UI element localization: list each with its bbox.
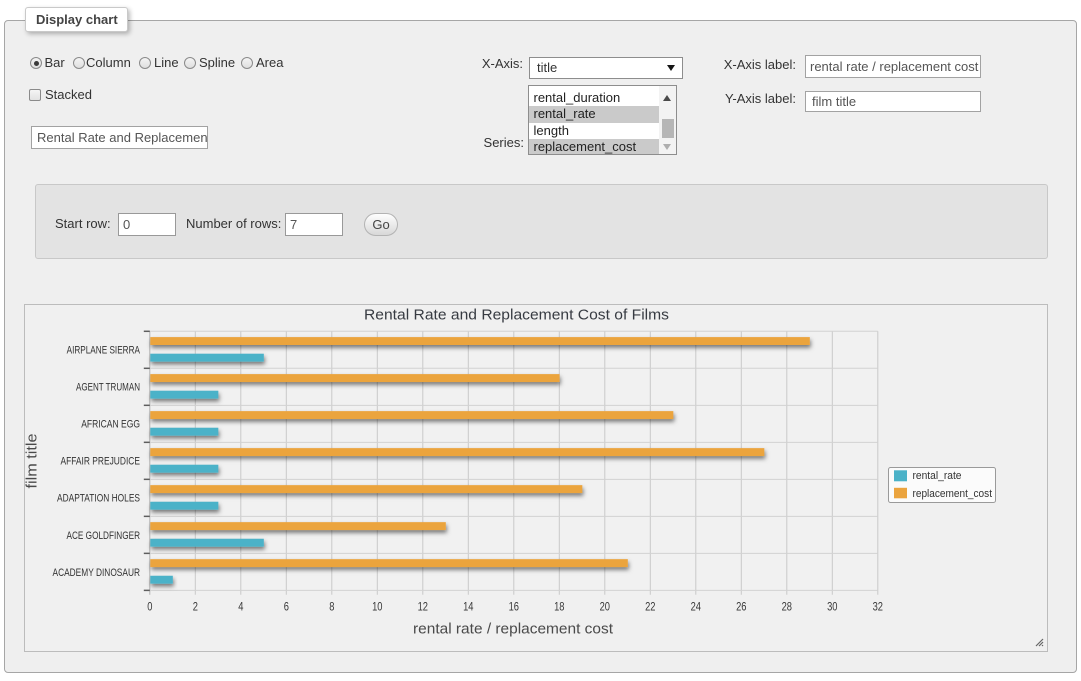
svg-text:AFFAIR PREJUDICE: AFFAIR PREJUDICE <box>61 456 141 468</box>
svg-text:16: 16 <box>509 601 519 613</box>
svg-text:0: 0 <box>147 601 152 613</box>
svg-text:ACADEMY DINOSAUR: ACADEMY DINOSAUR <box>53 567 141 579</box>
svg-text:14: 14 <box>463 601 474 613</box>
svg-text:ADAPTATION HOLES: ADAPTATION HOLES <box>57 493 140 505</box>
svg-text:26: 26 <box>736 601 746 613</box>
svg-text:20: 20 <box>600 601 610 613</box>
svg-text:24: 24 <box>691 601 702 613</box>
svg-text:10: 10 <box>372 601 382 613</box>
svg-text:2: 2 <box>193 601 198 613</box>
svg-text:film title: film title <box>25 434 41 489</box>
svg-text:AFRICAN EGG: AFRICAN EGG <box>81 419 140 431</box>
svg-text:rental_rate: rental_rate <box>913 470 962 482</box>
svg-text:6: 6 <box>284 601 289 613</box>
svg-text:Rental Rate and Replacement Co: Rental Rate and Replacement Cost of Film… <box>364 307 669 324</box>
svg-text:32: 32 <box>873 601 883 613</box>
svg-text:ACE GOLDFINGER: ACE GOLDFINGER <box>67 530 141 542</box>
svg-text:replacement_cost: replacement_cost <box>913 488 993 500</box>
svg-text:AGENT TRUMAN: AGENT TRUMAN <box>76 382 140 394</box>
svg-text:AIRPLANE SIERRA: AIRPLANE SIERRA <box>67 345 141 357</box>
svg-text:30: 30 <box>827 601 837 613</box>
svg-text:22: 22 <box>645 601 655 613</box>
svg-text:18: 18 <box>554 601 564 613</box>
svg-text:8: 8 <box>329 601 334 613</box>
svg-text:28: 28 <box>782 601 792 613</box>
svg-text:4: 4 <box>238 601 244 613</box>
svg-text:12: 12 <box>418 601 428 613</box>
svg-text:rental rate / replacement cost: rental rate / replacement cost <box>413 621 613 637</box>
